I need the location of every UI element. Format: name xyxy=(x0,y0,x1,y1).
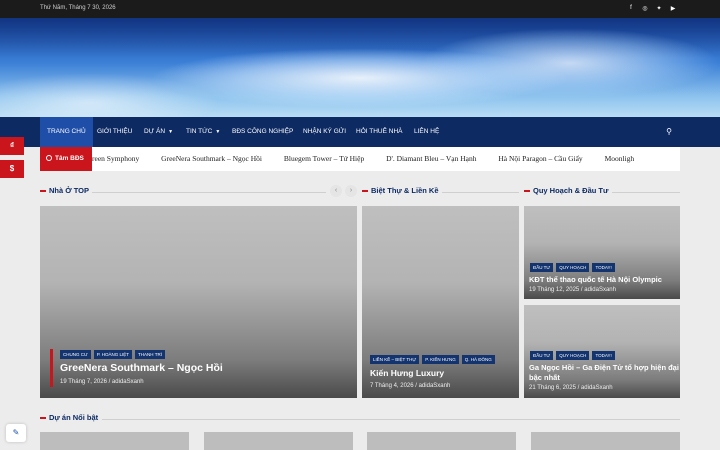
carousel-arrows: ‹ › xyxy=(330,185,357,197)
section-title-featured-projects: Dự án Nổi bật xyxy=(40,413,98,422)
category-tag[interactable]: ĐẦU TƯ xyxy=(530,351,554,360)
planning-post-card[interactable]: ĐẦU TƯ QUY HOẠCH TODAY! Ga Ngọc Hồi – Ga… xyxy=(524,305,680,398)
post-title-line2[interactable]: bậc nhất xyxy=(529,373,560,382)
category-tag[interactable]: CHUNG CƯ xyxy=(60,350,91,359)
social-links: f ◎ ✦ ▶ xyxy=(628,4,676,12)
ticker-item[interactable]: GreeNera Southmark – Ngọc Hồi xyxy=(161,154,262,163)
category-tag[interactable]: P. KIẾN HƯNG xyxy=(422,355,459,364)
category-tag[interactable]: LIỀN KỀ – BIỆT THỰ xyxy=(370,355,420,364)
nav-item-consign[interactable]: NHẬN KÝ GỬI xyxy=(296,117,353,147)
category-tag[interactable]: ĐẦU TƯ xyxy=(530,263,554,272)
circle-icon xyxy=(46,155,52,161)
post-meta: 19 Tháng 7, 2026 / adidaSxanh xyxy=(60,379,144,385)
ticker-item[interactable]: Hà Nội Paragon – Cầu Giấy xyxy=(498,154,582,163)
post-meta: 7 Tháng 4, 2026 / adidaSxanh xyxy=(370,383,451,389)
project-card[interactable] xyxy=(367,432,516,450)
post-title[interactable]: Kiến Hưng Luxury xyxy=(370,368,444,378)
chevron-down-icon: ▼ xyxy=(215,129,221,135)
currency-dong-button[interactable]: ₫ xyxy=(0,137,24,155)
category-tag[interactable]: THANH TRÌ xyxy=(135,350,165,359)
nav-item-about[interactable]: GIỚI THIỆU xyxy=(90,117,139,147)
post-meta: 21 Tháng 6, 2025 / adidaSxanh xyxy=(529,385,613,391)
header-banner[interactable] xyxy=(0,18,720,117)
post-title[interactable]: KĐT thể thao quốc tế Hà Nội Olympic xyxy=(529,275,662,284)
nav-item-industrial[interactable]: BĐS CÔNG NGHIỆP xyxy=(225,117,300,147)
featured-post-card[interactable]: CHUNG CƯ P. HOÀNG LIỆT THANH TRÌ GreeNer… xyxy=(40,206,357,398)
project-card[interactable] xyxy=(40,432,189,450)
nav-item-rent[interactable]: HỎI THUÊ NHÀ xyxy=(349,117,409,147)
post-meta: 19 Tháng 12, 2025 / adidaSxanh xyxy=(529,287,616,293)
villa-post-card[interactable]: LIỀN KỀ – BIỆT THỰ P. KIẾN HƯNG Q. HÀ ĐÔ… xyxy=(362,206,519,398)
search-icon[interactable]: ⚲ xyxy=(666,127,672,136)
twitter-icon[interactable]: ✦ xyxy=(656,4,662,12)
ticker-item[interactable]: reen Symphony xyxy=(92,154,139,163)
project-card[interactable] xyxy=(531,432,680,450)
section-title-planning: Quy Hoạch & Đầu Tư xyxy=(524,186,608,195)
post-title[interactable]: GreeNera Southmark – Ngọc Hồi xyxy=(60,362,223,374)
currency-dollar-button[interactable]: $ xyxy=(0,160,24,178)
ticker-label: Tâm BĐS xyxy=(40,147,92,171)
nav-item-projects[interactable]: DỰ ÁN ▼ xyxy=(137,117,180,147)
youtube-icon[interactable]: ▶ xyxy=(670,4,676,12)
planning-post-card[interactable]: ĐẦU TƯ QUY HOẠCH TODAY! KĐT thể thao quố… xyxy=(524,206,680,299)
chevron-right-icon[interactable]: › xyxy=(345,185,357,197)
main-nav: TRANG CHỦ GIỚI THIỆU DỰ ÁN ▼ TIN TỨC ▼ BĐS… xyxy=(0,117,720,147)
news-ticker: Tâm BĐS reen Symphony GreeNera Southmark… xyxy=(40,147,680,171)
nav-item-home[interactable]: TRANG CHỦ xyxy=(40,117,93,147)
category-tag[interactable]: TODAY! xyxy=(592,351,615,360)
nav-item-contact[interactable]: LIÊN HỆ xyxy=(407,117,446,147)
ticker-item[interactable]: D'. Diamant Bleu – Vạn Hạnh xyxy=(386,154,476,163)
post-title[interactable]: Ga Ngọc Hồi – Ga Điện Tử tổ hợp hiện đại xyxy=(529,363,679,372)
category-tag[interactable]: TODAY! xyxy=(592,263,615,272)
top-bar: Thứ Năm, Tháng 7 30, 2026 f ◎ ✦ ▶ xyxy=(0,0,720,18)
ticker-item[interactable]: Bluegem Tower – Tứ Hiệp xyxy=(284,154,364,163)
nav-item-news[interactable]: TIN TỨC ▼ xyxy=(179,117,227,147)
chevron-left-icon[interactable]: ‹ xyxy=(330,185,342,197)
facebook-icon[interactable]: f xyxy=(628,4,634,12)
category-tag[interactable]: QUY HOẠCH xyxy=(556,351,590,360)
category-tag[interactable]: QUY HOẠCH xyxy=(556,263,590,272)
current-date: Thứ Năm, Tháng 7 30, 2026 xyxy=(40,5,116,11)
chevron-down-icon: ▼ xyxy=(168,129,174,135)
instagram-icon[interactable]: ◎ xyxy=(642,4,648,12)
category-tag[interactable]: P. HOÀNG LIỆT xyxy=(93,350,133,359)
project-card[interactable] xyxy=(204,432,353,450)
section-title-villas: Biệt Thự & Liền Kề xyxy=(362,186,439,195)
ticker-item[interactable]: Moonligh xyxy=(605,154,635,163)
section-title-top-homes: Nhà Ở TOP xyxy=(40,186,89,195)
chat-widget-icon[interactable]: ✎ xyxy=(6,424,26,442)
category-tag[interactable]: Q. HÀ ĐÔNG xyxy=(461,355,495,364)
